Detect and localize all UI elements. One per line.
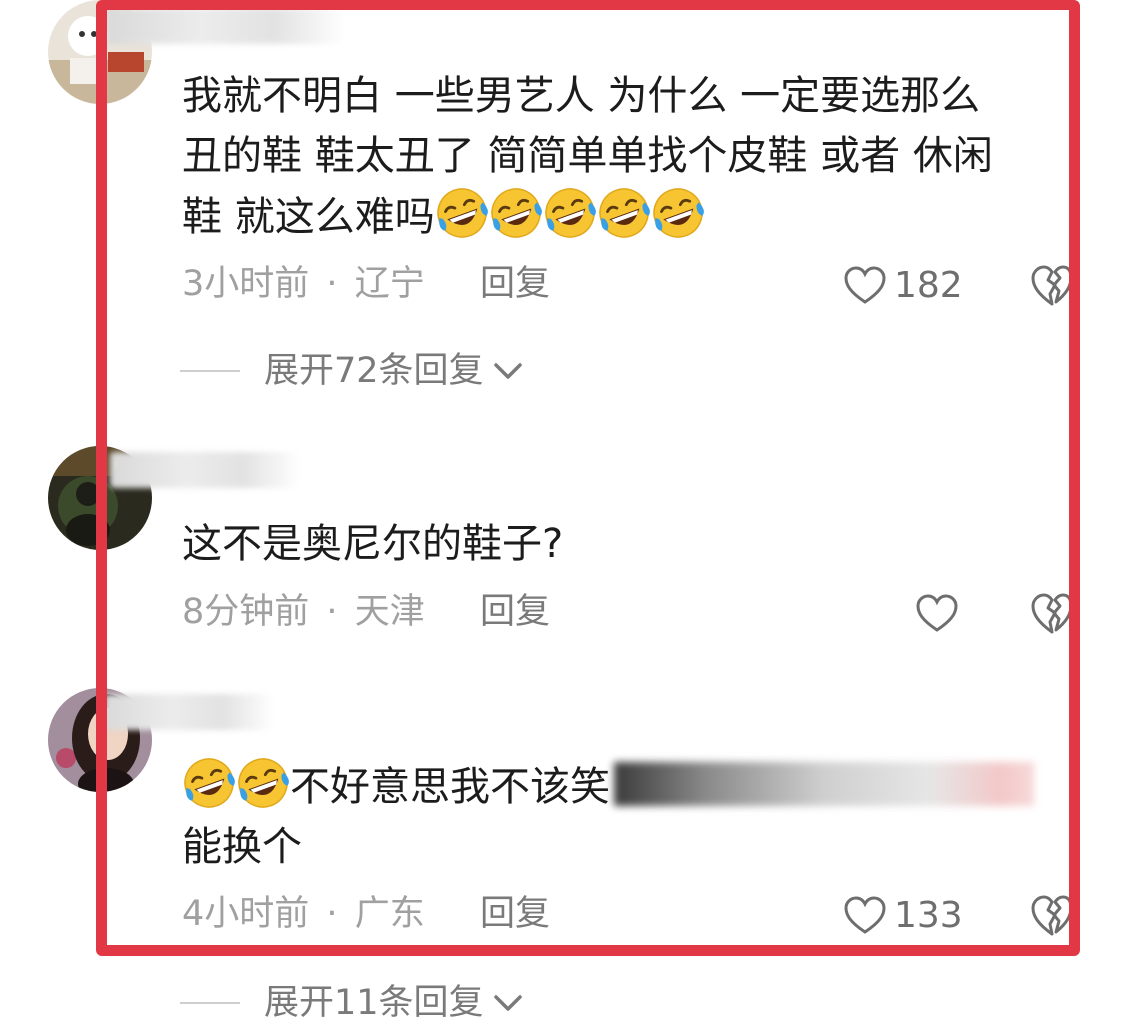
username-redacted (110, 452, 300, 488)
divider-line (180, 1002, 240, 1004)
reply-button[interactable]: 回复 (480, 890, 550, 938)
chevron-down-icon (493, 363, 522, 379)
username-redacted (106, 8, 346, 44)
comment-time: 8分钟前 (182, 592, 310, 632)
redacted-text (614, 762, 1034, 806)
like-button[interactable]: 182 (844, 262, 963, 310)
comment-text: 不好意思我不该笑 能换个 (182, 756, 1072, 877)
comment-text: 这不是奥尼尔的鞋子? (182, 521, 564, 567)
broken-heart-icon[interactable] (1030, 894, 1074, 938)
rofl-emoji-icon (238, 758, 289, 808)
reply-button[interactable]: 回复 (480, 588, 550, 636)
comment-location: 广东 (354, 894, 425, 934)
expand-replies-button[interactable]: 展开72条回复 (180, 346, 524, 396)
broken-heart-icon[interactable] (1030, 264, 1074, 308)
comment-meta: 4小时前 · 广东 (182, 894, 425, 934)
rofl-emoji-icon (490, 188, 542, 238)
comment-time: 3小时前 (182, 264, 310, 304)
rofl-emoji-icon (184, 758, 235, 808)
like-button[interactable] (916, 590, 958, 638)
comment-text: 我就不明白 一些男艺人 为什么 一定要选那么 丑的鞋 鞋太丑了 简简单单找个皮鞋… (182, 66, 1072, 247)
divider-line (180, 370, 240, 372)
rofl-emoji-icon (652, 188, 704, 238)
rofl-emoji-icon (436, 188, 488, 238)
username-redacted (104, 694, 274, 730)
heart-icon (916, 594, 958, 632)
rofl-emoji-icon (598, 188, 650, 238)
comment-meta: 3小时前 · 辽宁 (182, 264, 425, 304)
comment-meta: 8分钟前 · 天津 (182, 592, 425, 632)
rofl-emoji-icon (544, 188, 596, 238)
emoji-row (182, 758, 290, 810)
like-count: 133 (894, 895, 963, 936)
broken-heart-icon[interactable] (1030, 592, 1074, 636)
comment-time: 4小时前 (182, 894, 310, 934)
comment-location: 辽宁 (354, 264, 425, 304)
expand-replies-button[interactable]: 展开11条回复 (180, 978, 524, 1028)
heart-icon (844, 896, 886, 934)
heart-icon (844, 266, 886, 304)
like-count: 182 (894, 265, 963, 306)
reply-button[interactable]: 回复 (480, 260, 550, 308)
like-button[interactable]: 133 (844, 892, 963, 940)
comment-location: 天津 (354, 592, 425, 632)
emoji-row (435, 188, 705, 240)
chevron-down-icon (493, 995, 522, 1011)
